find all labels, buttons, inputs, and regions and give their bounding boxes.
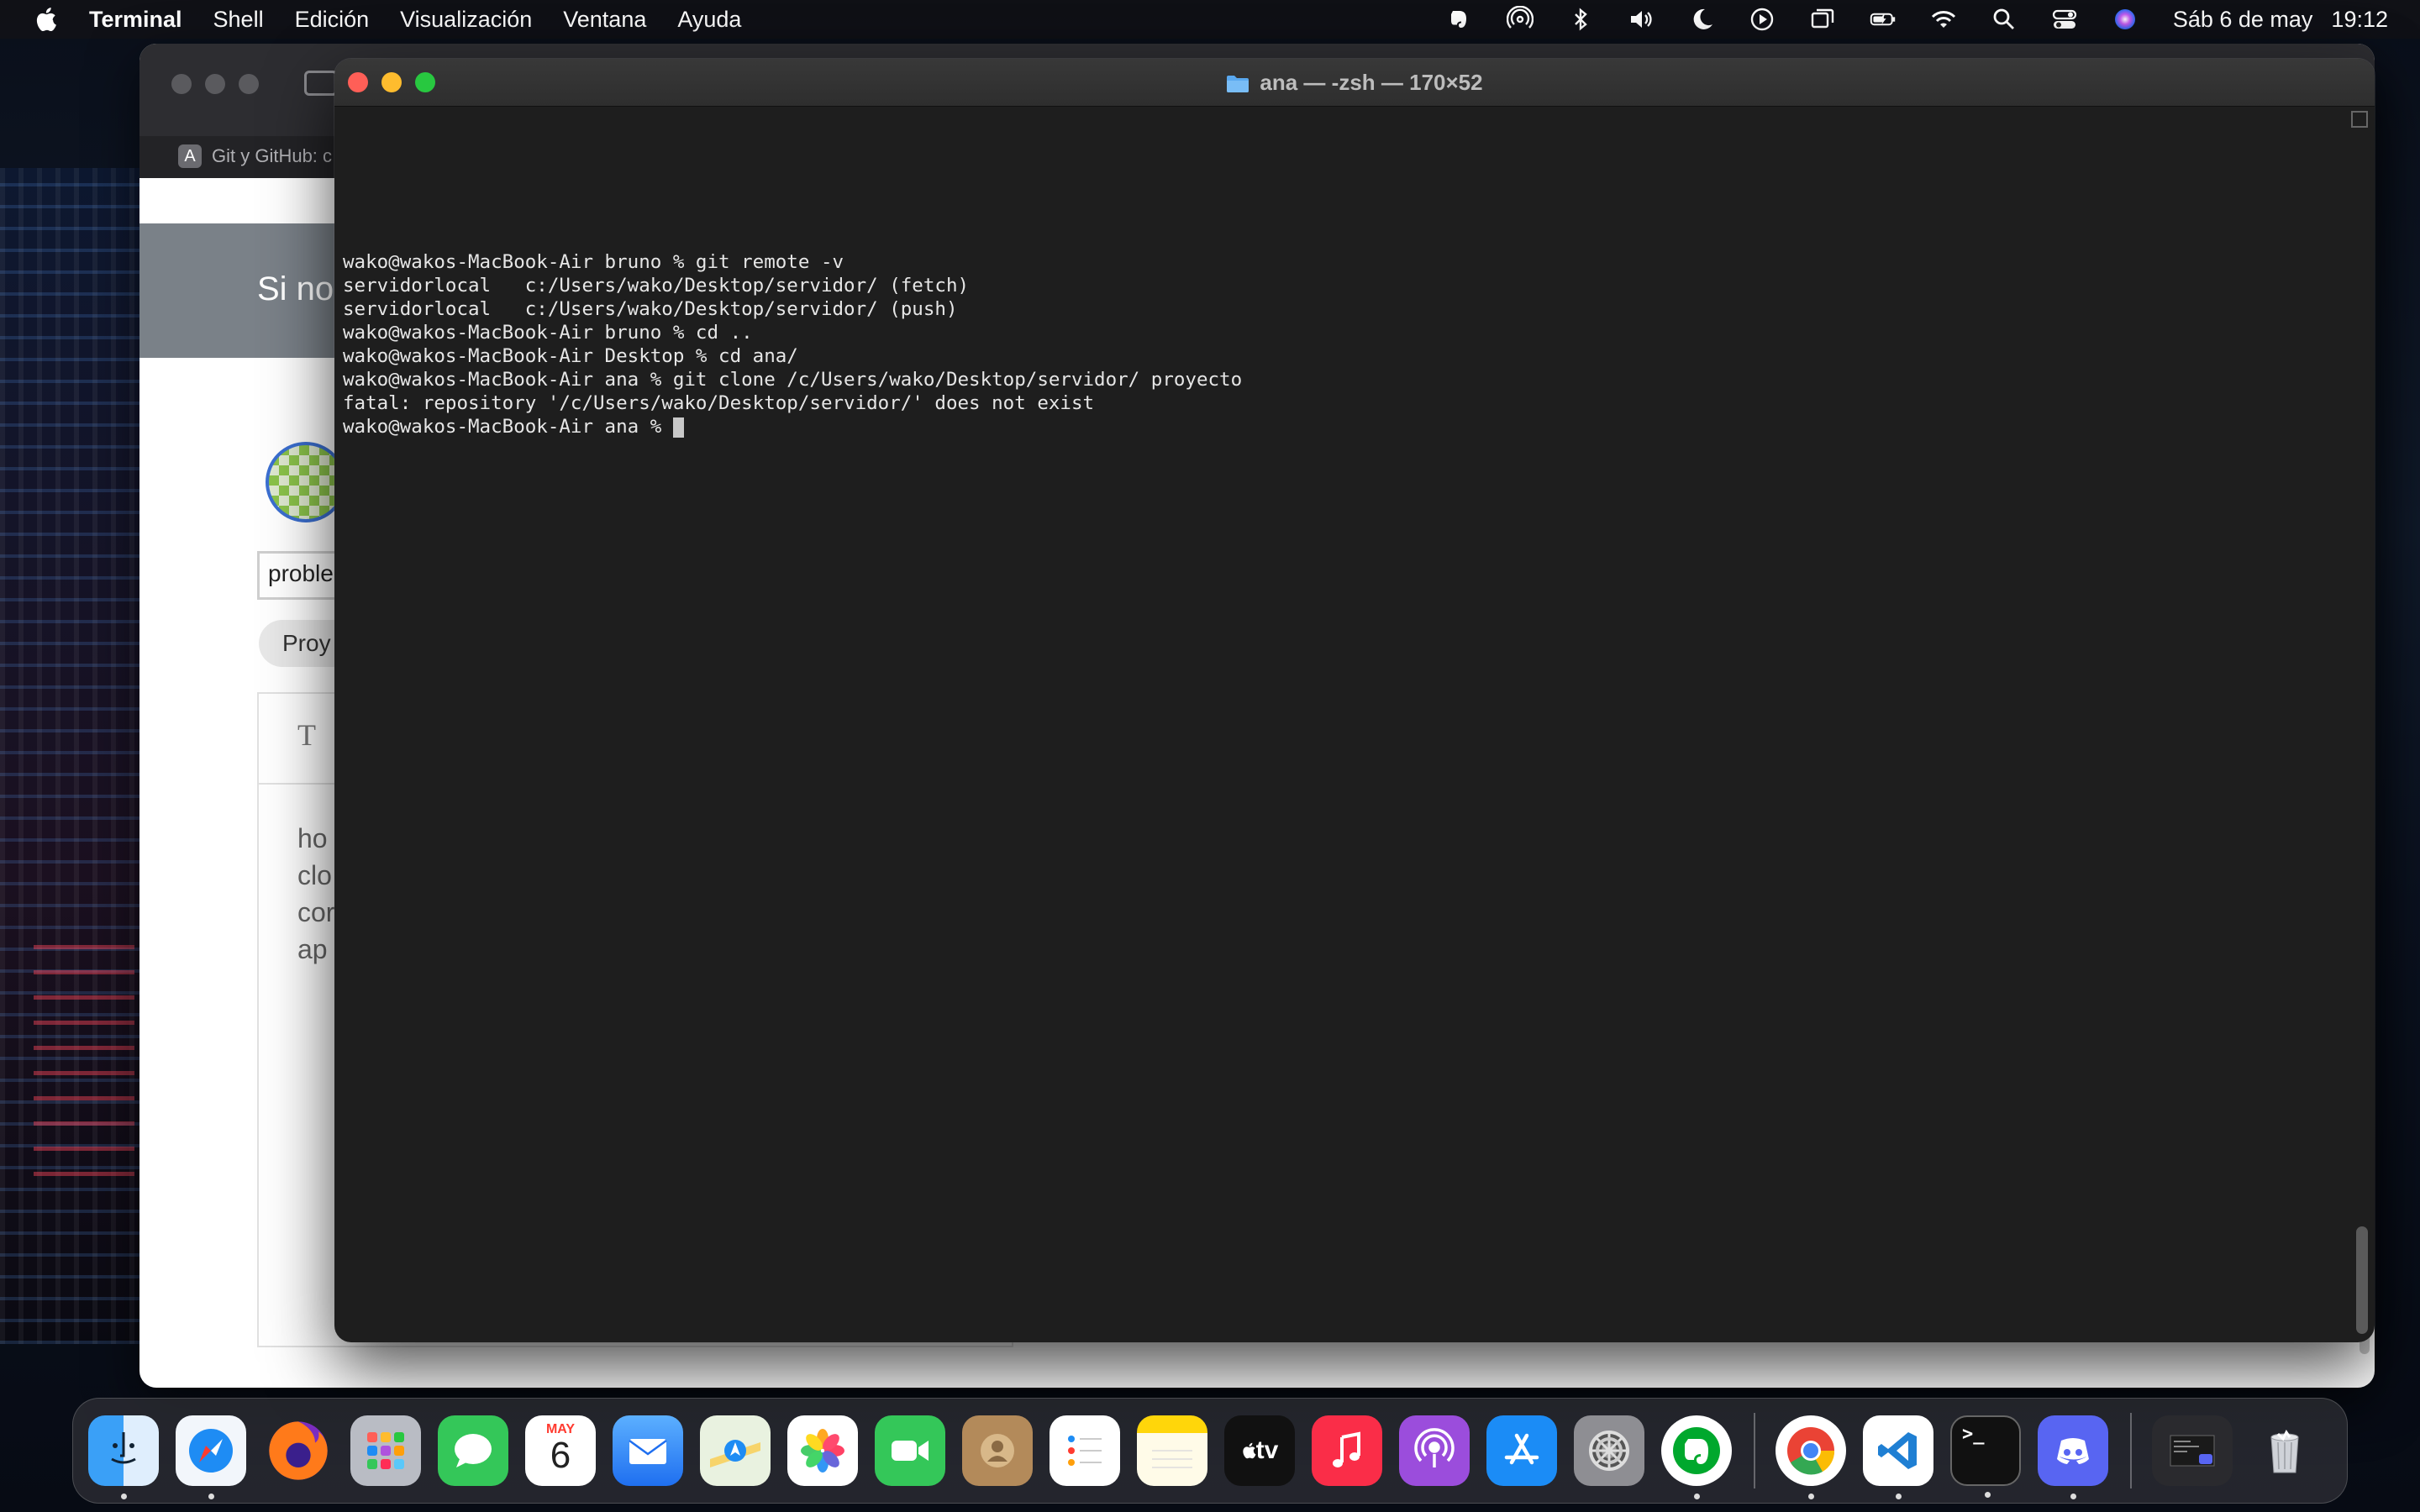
messages-icon[interactable] xyxy=(438,1415,508,1486)
browser-close-button[interactable] xyxy=(171,74,192,94)
chrome-icon[interactable] xyxy=(1776,1415,1846,1499)
spotlight-icon[interactable] xyxy=(1990,5,2018,34)
wifi-icon[interactable] xyxy=(1929,5,1958,34)
menu-visualizacion[interactable]: Visualización xyxy=(400,7,532,33)
vscode-icon[interactable] xyxy=(1863,1415,1933,1499)
running-indicator xyxy=(2070,1494,2076,1499)
running-indicator xyxy=(1694,1494,1700,1499)
calendar-day: 6 xyxy=(550,1435,571,1476)
terminal-line: wako@wakos-MacBook-Air Desktop % cd ana/ xyxy=(343,345,798,367)
text-format-icon[interactable]: T xyxy=(297,717,316,753)
launchpad-icon[interactable] xyxy=(350,1415,421,1486)
terminal-prompt: wako@wakos-MacBook-Air ana % xyxy=(343,416,673,438)
tv-text: tv xyxy=(1255,1436,1279,1464)
music-icon[interactable] xyxy=(1312,1415,1382,1486)
control-center-icon[interactable] xyxy=(2050,5,2079,34)
firefox-icon[interactable] xyxy=(263,1415,334,1486)
tab-title: Git y GitHub: c xyxy=(212,145,333,166)
terminal-line: servidorlocal c:/Users/wako/Desktop/serv… xyxy=(343,298,958,320)
clock-date: Sáb 6 de may xyxy=(2172,6,2313,32)
menu-shell[interactable]: Shell xyxy=(213,7,264,33)
terminal-output[interactable]: wako@wakos-MacBook-Air bruno % git remot… xyxy=(343,250,2341,438)
bluetooth-icon[interactable] xyxy=(1566,5,1595,34)
minimized-window-icon[interactable] xyxy=(2152,1415,2233,1486)
moon-icon[interactable] xyxy=(1687,5,1716,34)
facetime-icon[interactable] xyxy=(875,1415,945,1486)
running-indicator xyxy=(1896,1494,1902,1499)
split-pane-icon[interactable] xyxy=(2351,111,2368,128)
running-indicator xyxy=(1985,1492,1991,1498)
terminal-titlebar[interactable]: ana — -zsh — 170×52 xyxy=(334,59,2375,107)
menu-clock[interactable]: Sáb 6 de may 19:12 xyxy=(2173,7,2388,33)
discord-icon[interactable] xyxy=(2038,1415,2108,1499)
clock-time: 19:12 xyxy=(2331,6,2388,32)
terminal-title: ana — -zsh — 170×52 xyxy=(334,59,2375,106)
photos-icon[interactable] xyxy=(787,1415,858,1486)
browser-minimize-button[interactable] xyxy=(205,74,225,94)
dock: MAY 6 tv >_ xyxy=(72,1398,2348,1504)
screen-mirroring-icon[interactable] xyxy=(1808,5,1837,34)
play-icon[interactable] xyxy=(1748,5,1776,34)
reminders-icon[interactable] xyxy=(1050,1415,1120,1486)
evernote-app-icon[interactable] xyxy=(1661,1415,1732,1499)
notes-icon[interactable] xyxy=(1137,1415,1207,1486)
running-indicator xyxy=(208,1494,214,1499)
menu-ventana[interactable]: Ventana xyxy=(563,7,646,33)
text-cursor xyxy=(672,417,684,438)
menu-app-name[interactable]: Terminal xyxy=(89,7,182,33)
folder-icon xyxy=(1226,73,1249,92)
volume-icon[interactable] xyxy=(1627,5,1655,34)
terminal-prompt-line[interactable]: wako@wakos-MacBook-Air ana % xyxy=(343,415,2341,438)
airdrop-icon[interactable] xyxy=(1506,5,1534,34)
browser-zoom-button[interactable] xyxy=(239,74,259,94)
terminal-line: servidorlocal c:/Users/wako/Desktop/serv… xyxy=(343,275,970,297)
tv-label: tv xyxy=(1241,1436,1279,1465)
running-indicator xyxy=(121,1494,127,1499)
finder-icon[interactable] xyxy=(88,1415,159,1499)
menu-bar: Terminal Shell Edición Visualización Ven… xyxy=(0,0,2420,39)
dock-separator xyxy=(2130,1413,2132,1488)
evernote-icon[interactable] xyxy=(1445,5,1474,34)
apple-tv-icon[interactable]: tv xyxy=(1224,1415,1295,1486)
banner-text: Si no xyxy=(257,270,334,307)
system-settings-icon[interactable] xyxy=(1574,1415,1644,1486)
terminal-line: wako@wakos-MacBook-Air ana % git clone /… xyxy=(343,369,1243,391)
contacts-icon[interactable] xyxy=(962,1415,1033,1486)
menu-ayuda[interactable]: Ayuda xyxy=(677,7,741,33)
app-store-icon[interactable] xyxy=(1486,1415,1557,1486)
sidebar-toggle-icon[interactable] xyxy=(304,71,338,96)
maps-icon[interactable] xyxy=(700,1415,771,1486)
terminal-title-text: ana — -zsh — 170×52 xyxy=(1260,69,1483,95)
running-indicator xyxy=(1808,1494,1814,1499)
terminal-window[interactable]: ana — -zsh — 170×52 wako@wakos-MacBook-A… xyxy=(334,59,2375,1342)
battery-icon xyxy=(1869,5,1897,34)
terminal-line: fatal: repository '/c/Users/wako/Desktop… xyxy=(343,392,1095,414)
terminal-line: wako@wakos-MacBook-Air bruno % cd .. xyxy=(343,322,753,344)
calendar-icon[interactable]: MAY 6 xyxy=(525,1415,596,1486)
podcasts-icon[interactable] xyxy=(1399,1415,1470,1486)
menu-edicion[interactable]: Edición xyxy=(295,7,370,33)
dock-separator xyxy=(1754,1413,1755,1488)
safari-icon[interactable] xyxy=(176,1415,246,1499)
terminal-icon[interactable]: >_ xyxy=(1950,1415,2021,1498)
trash-icon[interactable] xyxy=(2249,1415,2320,1486)
terminal-line: wako@wakos-MacBook-Air bruno % git remot… xyxy=(343,251,844,273)
mail-icon[interactable] xyxy=(613,1415,683,1486)
terminal-scrollbar[interactable] xyxy=(2356,1226,2368,1334)
tab-favicon: A xyxy=(178,144,202,168)
editor-text[interactable]: ho clo cor ap xyxy=(297,820,334,968)
siri-icon[interactable] xyxy=(2111,5,2139,34)
apple-menu-icon[interactable] xyxy=(30,6,60,33)
browser-tab[interactable]: A Git y GitHub: c xyxy=(178,144,332,168)
